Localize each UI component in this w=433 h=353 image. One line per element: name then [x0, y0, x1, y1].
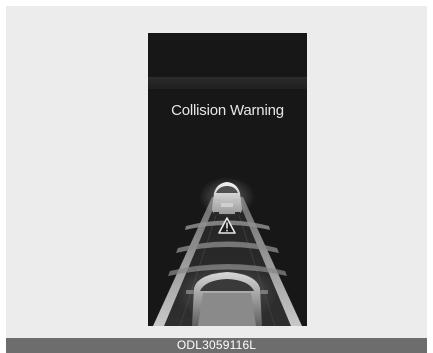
figure-code: ODL3059116L	[176, 338, 257, 352]
figure-frame: Collision Warning	[6, 6, 427, 338]
display-header-band	[148, 77, 307, 89]
cluster-display: Collision Warning	[148, 33, 307, 326]
collision-warning-text: Collision Warning	[171, 102, 284, 119]
figure-caption-bar: ODL3059116L	[6, 338, 427, 353]
collision-scene	[153, 177, 302, 326]
